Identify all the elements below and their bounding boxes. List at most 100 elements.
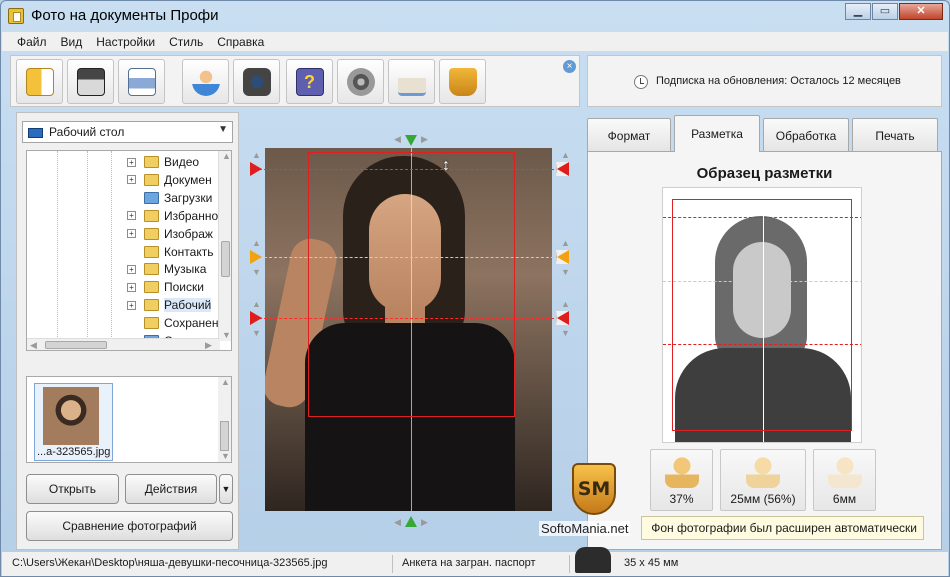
expand-icon[interactable]: + (127, 157, 136, 167)
expand-icon[interactable]: + (127, 282, 136, 292)
app-icon (8, 8, 24, 24)
tree-item[interactable]: + Рабочий (27, 296, 220, 314)
eye-guide-right-handle[interactable] (556, 250, 569, 264)
sample-title: Образец разметки (696, 165, 833, 182)
photo-thumbnail[interactable]: ...a-323565.jpg (34, 383, 113, 461)
menu-help[interactable]: Справка (210, 35, 271, 49)
window-controls: ▁ ▭ ✕ (845, 3, 943, 20)
expand-icon[interactable]: + (127, 229, 136, 239)
head-height-param[interactable]: 25мм (56%) (720, 449, 806, 511)
tree-item[interactable]: + Избранно (27, 207, 220, 225)
chin-guide-right-handle[interactable] (556, 311, 569, 325)
eye-line-guide[interactable] (259, 257, 559, 258)
tree-item[interactable]: Контакть (27, 243, 220, 261)
thumbnail-scroll-thumb[interactable] (220, 421, 229, 451)
maximize-button[interactable]: ▭ (872, 3, 898, 20)
menu-view[interactable]: Вид (54, 35, 90, 49)
move-left-icon[interactable]: ◀ (394, 135, 401, 144)
close-button[interactable]: ✕ (899, 3, 943, 20)
exit-button[interactable] (16, 59, 63, 104)
open-button[interactable]: Открыть (26, 474, 119, 504)
thumbnail-scrollbar[interactable]: ▲ ▼ (218, 377, 231, 462)
crop-frame[interactable] (308, 152, 515, 417)
tab-format[interactable]: Формат (587, 118, 671, 152)
tree-item[interactable]: Сохранен (27, 314, 220, 332)
home-button[interactable] (388, 59, 435, 104)
folder-tree: + Видео + Докумен Загрузки + Избранно + Изображ К… (26, 150, 232, 351)
camera-button[interactable] (233, 59, 280, 104)
menu-style[interactable]: Стиль (162, 35, 210, 49)
move-right-icon[interactable]: ▶ (421, 518, 428, 527)
tree-horizontal-scroll-thumb[interactable] (45, 341, 107, 349)
top-of-head-guide[interactable] (259, 169, 559, 170)
chevron-down-icon[interactable]: ▼ (218, 124, 228, 135)
tree-item[interactable]: + Докумен (27, 171, 220, 189)
subscription-text: Подписка на обновления: Осталось 12 меся… (656, 75, 901, 87)
scroll-up-icon[interactable]: ▲ (222, 152, 231, 161)
move-down-icon[interactable]: ▼ (252, 329, 261, 338)
folder-icon (144, 317, 159, 330)
menu-settings[interactable]: Настройки (89, 35, 162, 49)
scroll-down-icon[interactable]: ▼ (221, 452, 230, 461)
move-left-icon[interactable]: ◀ (394, 518, 401, 527)
location-select[interactable]: Рабочий стол ▼ (22, 121, 233, 143)
move-up-icon[interactable]: ▲ (561, 239, 570, 248)
move-up-icon[interactable]: ▲ (252, 300, 261, 309)
scroll-right-icon[interactable]: ▶ (205, 341, 212, 350)
expand-icon[interactable]: + (127, 175, 136, 185)
expand-icon[interactable]: + (127, 300, 136, 310)
top-margin-param[interactable]: 6мм (813, 449, 876, 511)
help-button[interactable]: ? (286, 59, 333, 104)
watermark-text: SoftoMania.net (539, 521, 631, 536)
print-button[interactable] (118, 59, 165, 104)
tab-processing[interactable]: Обработка (763, 118, 849, 152)
move-up-icon[interactable]: ▲ (252, 239, 261, 248)
tree-horizontal-scrollbar[interactable]: ◀ ▶ (27, 338, 220, 350)
actions-dropdown-icon[interactable]: ▼ (219, 474, 233, 504)
tree-vertical-scrollbar[interactable]: ▲ ▼ (218, 151, 231, 341)
move-down-icon[interactable]: ▼ (561, 268, 570, 277)
chin-guide[interactable] (259, 318, 559, 319)
shop-button[interactable] (439, 59, 486, 104)
center-bottom-handle[interactable] (405, 516, 417, 527)
expand-icon[interactable]: + (127, 211, 136, 221)
title-bar: Фото на документы Профи ▁ ▭ ✕ (1, 1, 949, 31)
tab-markup[interactable]: Разметка (674, 115, 760, 152)
scroll-left-icon[interactable]: ◀ (30, 341, 37, 350)
sample-markup-image (662, 187, 862, 443)
top-guide-right-handle[interactable] (556, 162, 569, 176)
tree-vertical-scroll-thumb[interactable] (221, 241, 230, 277)
move-down-icon[interactable]: ▼ (561, 329, 570, 338)
tree-item[interactable]: + Изображ (27, 225, 220, 243)
tree-item[interactable]: Загрузки (27, 189, 220, 207)
move-up-icon[interactable]: ▲ (252, 151, 261, 160)
top-guide-left-handle[interactable] (250, 162, 262, 176)
tree-item[interactable]: + Видео (27, 153, 220, 171)
status-document-format: Анкета на загран. паспорт (402, 557, 536, 569)
menu-file[interactable]: Файл (10, 35, 54, 49)
center-top-handle[interactable] (405, 135, 417, 146)
head-size-param[interactable]: 37% (650, 449, 713, 511)
actions-button[interactable]: Действия (125, 474, 217, 504)
folder-icon (144, 227, 159, 240)
user-button[interactable] (182, 59, 229, 104)
expand-icon[interactable]: + (127, 264, 136, 274)
compare-photos-button[interactable]: Сравнение фотографий (26, 511, 233, 541)
tab-print[interactable]: Печать (852, 118, 938, 152)
move-down-icon[interactable]: ▼ (252, 268, 261, 277)
print-icon (127, 67, 156, 96)
tree-item[interactable]: + Музыка (27, 260, 220, 278)
video-button[interactable] (337, 59, 384, 104)
resize-cursor-icon: ↕ (442, 157, 450, 174)
minimize-button[interactable]: ▁ (845, 3, 871, 20)
save-button[interactable] (67, 59, 114, 104)
eye-guide-left-handle[interactable] (250, 250, 262, 264)
scroll-down-icon[interactable]: ▼ (222, 331, 231, 340)
toolbar-close-icon[interactable]: × (563, 60, 576, 73)
move-right-icon[interactable]: ▶ (421, 135, 428, 144)
scroll-up-icon[interactable]: ▲ (221, 378, 230, 387)
tree-item[interactable]: + Поиски (27, 278, 220, 296)
move-up-icon[interactable]: ▲ (561, 300, 570, 309)
move-up-icon[interactable]: ▲ (561, 151, 570, 160)
chin-guide-left-handle[interactable] (250, 311, 262, 325)
